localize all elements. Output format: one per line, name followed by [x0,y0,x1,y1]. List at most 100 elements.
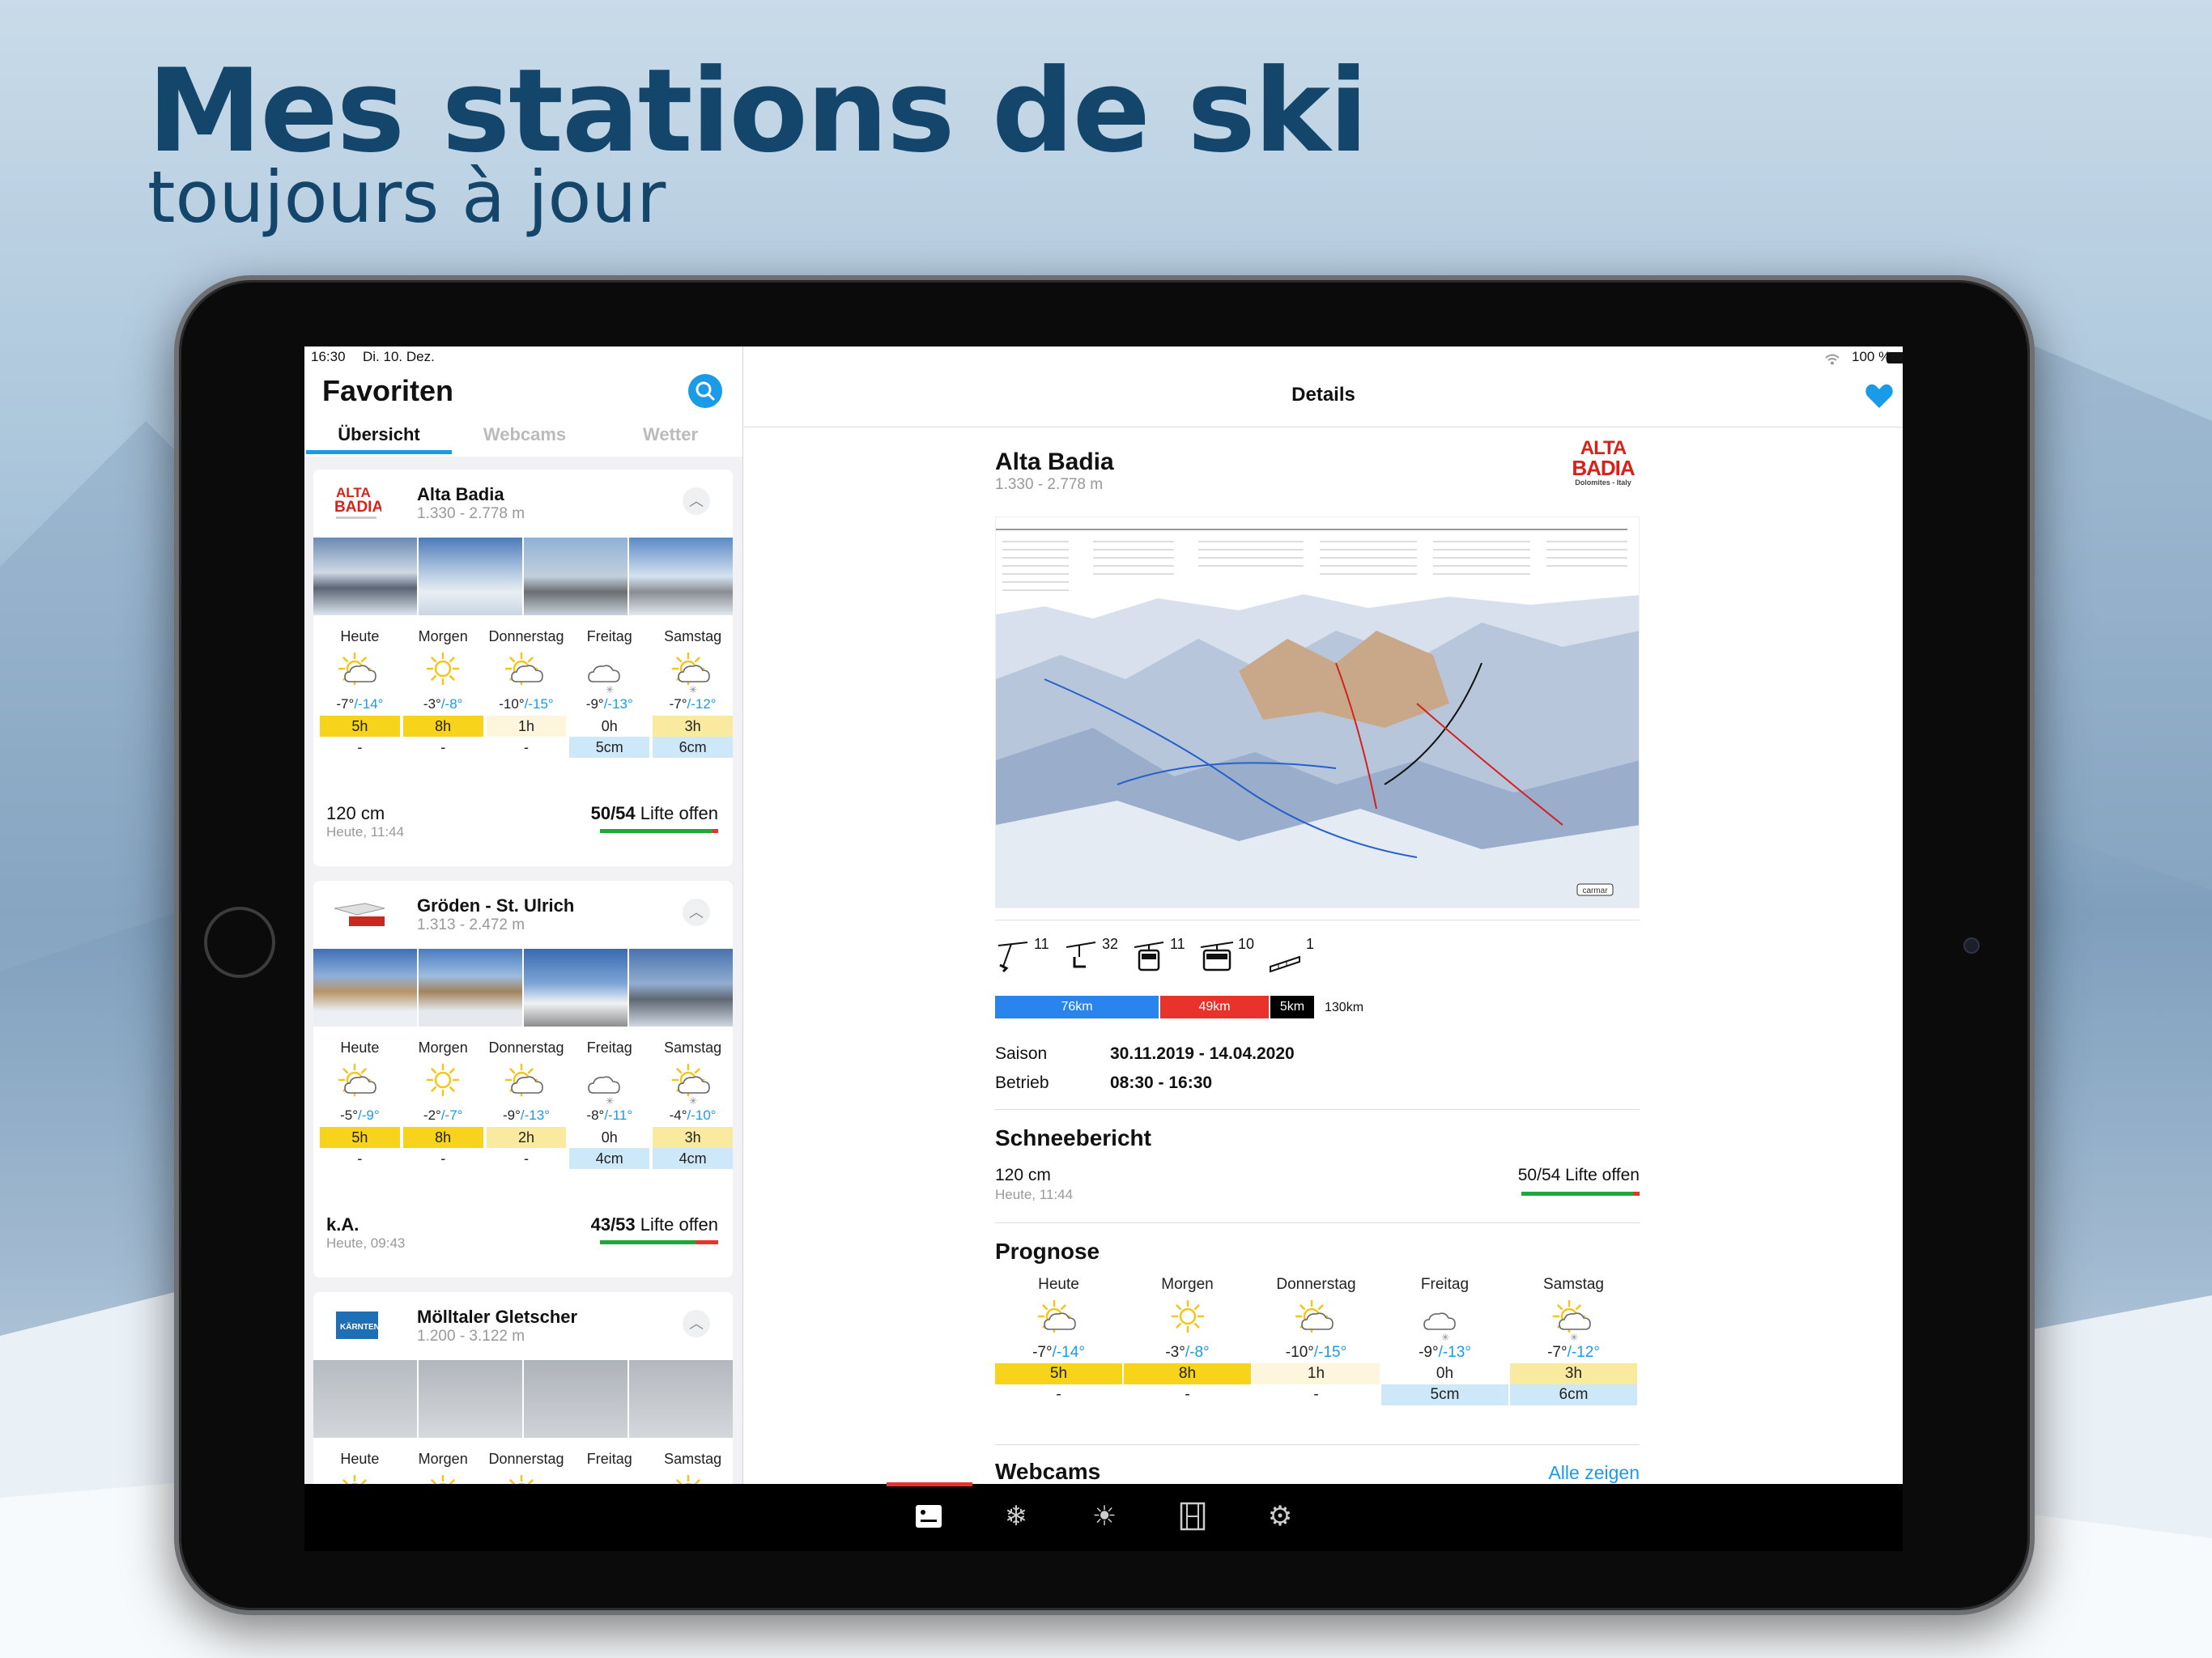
lifts-open: 50/54 Lifte offen [1517,1166,1640,1184]
lift-count: 11 [1034,936,1049,952]
sunshine-hours: 5h [995,1363,1122,1384]
webcam-thumb[interactable] [419,538,522,615]
day-name: Donnerstag [488,628,564,644]
new-snow: - [1185,1386,1190,1403]
day-name: Morgen [1161,1276,1214,1293]
new-snow: - [357,739,363,755]
details-navbar: 100 % Details [744,346,1903,427]
piste-map[interactable]: carmar [995,517,1640,908]
webcam-thumb[interactable] [313,1360,417,1438]
new-snow: - [357,1150,363,1167]
snow-depth: 120 cm [326,803,385,823]
temperature: -10°/-15° [499,696,554,712]
day-name: Morgen [418,1039,468,1056]
webcam-strip[interactable] [313,1360,733,1438]
red-piste-km: 49km [1160,996,1269,1018]
forecast-title: Prognose [995,1239,1100,1264]
divider [995,1222,1640,1223]
alta-badia-logo: ALTA BADIA Dolomites - Italy [1572,437,1635,487]
forecast-day: Donnerstag -9°/-13° 2h - [486,1039,567,1169]
favorite-heart-icon[interactable] [1865,382,1894,410]
tab-overview[interactable]: Übersicht [314,424,444,445]
promo-subline: toujours à jour [147,155,666,239]
collapse-chevron-icon[interactable]: ︿ [683,899,710,926]
webcam-thumb[interactable] [419,1360,522,1438]
show-all-webcams-link[interactable]: Alle zeigen [1521,1462,1640,1484]
webcam-thumb[interactable] [524,949,627,1027]
weather-sun-cloud-snow-icon: ✳ [653,1470,733,1484]
webcam-thumb[interactable] [629,949,733,1027]
lifts-open: 43/53 Lifte offen [590,1214,718,1235]
forecast-day: Heute [320,1451,400,1484]
lifts-progress-bar [600,1240,718,1244]
forecast-day: Donnerstag [487,1451,567,1484]
resort-card-alta-badia[interactable]: ALTA BADIA Alta Badia 1.330 - 2.778 m ︿ H… [313,470,733,866]
weather-sun-icon [403,1470,483,1484]
lifts-progress-bar [600,829,718,833]
webcam-thumb[interactable] [313,538,417,615]
day-name: Freitag [586,628,632,644]
new-snow: - [523,1150,529,1167]
day-name: Heute [340,1039,380,1056]
chairlift-icon [1063,939,1099,979]
day-name: Samstag [1543,1276,1604,1293]
webcam-strip[interactable] [313,538,733,615]
forecast-day: Heute -7°/-14° 5h - [995,1276,1122,1405]
forecast-row: Heute -7°/-14° 5h - Morgen -3°/-8° 8h - Donnerst… [313,628,733,758]
collapse-chevron-icon[interactable]: ︿ [683,487,710,515]
search-button[interactable] [688,374,722,408]
webcam-thumb[interactable] [313,949,417,1027]
webcam-thumb[interactable] [524,538,627,615]
active-tab-indicator [887,1482,972,1486]
webcam-strip[interactable] [313,949,733,1027]
weather-sun-cloud-icon [487,648,567,696]
webcam-thumb[interactable] [629,538,733,615]
forecast-day: Samstag ✳ -7°/-12° 3h 6cm [1510,1276,1637,1405]
new-snow: 6cm [1510,1384,1637,1405]
forecast-day: Morgen -3°/-8° 8h - [1124,1276,1251,1405]
film-icon[interactable] [1176,1500,1209,1533]
settings-icon[interactable]: ⚙ [1264,1500,1296,1533]
webcam-thumb[interactable] [524,1360,627,1438]
resort-card-groeden[interactable]: Gröden - St. Ulrich 1.313 - 2.472 m ︿ He… [313,881,733,1278]
resort-card-moelltaler[interactable]: KÄRNTEN Mölltaler Gletscher 1.200 - 3.12… [313,1292,733,1484]
overview-icon[interactable] [912,1500,945,1533]
search-icon [696,381,715,401]
temperature: -7°/-12° [669,696,717,712]
day-name: Donnerstag [1276,1276,1356,1293]
piste-bar: 76km 49km 5km [995,996,1319,1018]
favorites-header: 16:30 Di. 10. Dez. Favoriten Übersicht W… [304,346,742,457]
home-button[interactable] [204,907,275,978]
snowflake-icon[interactable]: ❄ [1000,1500,1032,1533]
forecast-day: Morgen [403,1451,483,1484]
forecast-day: Freitag ✳ [569,1451,649,1484]
svg-text:✳: ✳ [1440,1332,1448,1342]
sun-icon[interactable]: ☀ [1088,1500,1121,1533]
tab-weather[interactable]: Wetter [606,424,735,445]
weather-sun-cloud-icon [995,1295,1122,1344]
sunshine-hours: 3h [1510,1363,1637,1384]
forecast-day: Morgen -2°/-7° 8h - [402,1039,483,1169]
tab-webcams[interactable]: Webcams [460,424,589,445]
snow-depth: 120 cm [995,1166,1051,1184]
temperature: -2°/-7° [423,1107,463,1123]
tab-indicator [306,450,452,454]
collapse-chevron-icon[interactable]: ︿ [683,1310,710,1337]
weather-sun-cloud-icon [1253,1295,1380,1344]
weather-sun-cloud-icon [320,648,400,696]
webcam-thumb[interactable] [629,1360,733,1438]
sunshine-hours: 1h [486,716,567,737]
device-screen: 16:30 Di. 10. Dez. Favoriten Übersicht W… [304,346,1903,1551]
cable-car-icon [1199,939,1235,979]
temperature: -3°/-8° [1165,1344,1210,1361]
day-name: Heute [340,1451,380,1467]
new-snow: - [440,1150,446,1167]
sunshine-hours: 8h [402,1127,483,1148]
weather-sun-icon [403,1059,483,1107]
new-snow: - [1056,1386,1061,1403]
wifi-icon [1825,354,1840,365]
temperature: -5°/-9° [340,1107,380,1123]
webcam-thumb[interactable] [419,949,522,1027]
svg-text:✳: ✳ [689,684,697,695]
forecast-day: Heute -5°/-9° 5h - [320,1039,400,1169]
